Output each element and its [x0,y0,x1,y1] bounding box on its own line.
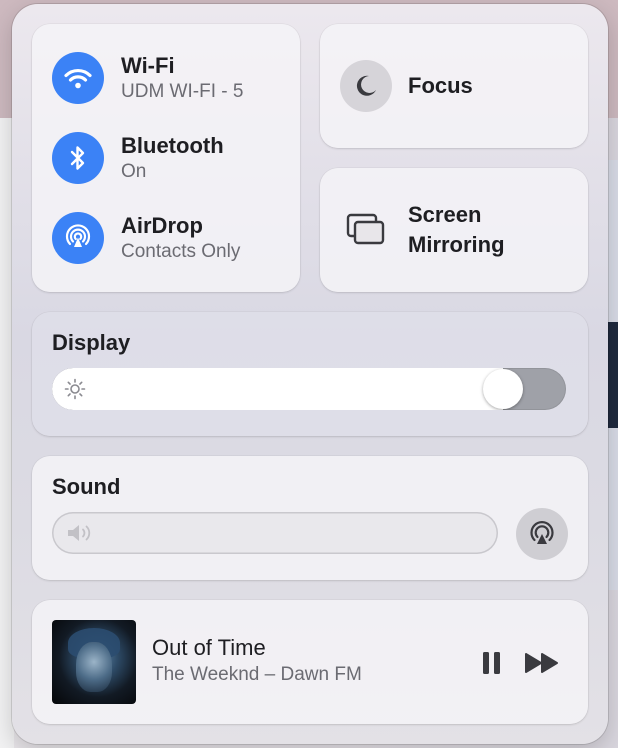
sound-title: Sound [52,474,121,499]
now-playing-module: Out of Time The Weeknd – Dawn FM [32,600,588,724]
airdrop-status: Contacts Only [121,240,241,262]
wifi-control[interactable]: Wi-Fi UDM WI-FI - 5 [52,52,243,104]
sound-module: Sound [32,456,588,580]
speaker-icon [68,525,91,541]
display-module: Display [32,312,588,436]
airdrop-icon [65,224,91,247]
airdrop-control[interactable]: AirDrop Contacts Only [52,212,240,264]
brightness-slider[interactable] [52,368,566,410]
album-artwork[interactable] [52,620,136,704]
track-artist-album: The Weeknd – Dawn FM [152,664,362,685]
airplay-audio-button[interactable] [516,508,568,560]
airplay-audio-icon [530,521,554,544]
moon-icon [356,75,376,96]
bluetooth-status: On [121,160,147,182]
focus-module[interactable]: Focus [320,24,588,148]
airdrop-toggle[interactable] [52,212,104,264]
brightness-slider-fill [52,368,503,410]
wifi-icon [64,68,92,89]
bluetooth-icon [70,146,85,170]
control-center-panel: Wi-Fi UDM WI-FI - 5 Bluetooth On AirDrop… [12,4,608,744]
connectivity-module: Wi-Fi UDM WI-FI - 5 Bluetooth On AirDrop… [32,24,300,292]
screen-mirroring-label: Screen Mirroring [408,202,505,257]
album-artwork-face [76,642,112,692]
screen-mirroring-icon [346,213,385,245]
display-title: Display [52,330,131,355]
bluetooth-control[interactable]: Bluetooth On [52,132,224,184]
brightness-slider-knob[interactable] [482,369,523,409]
airdrop-title: AirDrop [121,212,203,238]
focus-toggle[interactable] [340,60,392,112]
bluetooth-toggle[interactable] [52,132,104,184]
wifi-network-name: UDM WI-FI - 5 [121,80,244,102]
track-title: Out of Time [152,635,266,660]
fast-forward-icon[interactable] [524,652,560,674]
volume-slider[interactable] [52,512,498,554]
pause-icon[interactable] [480,650,504,676]
wifi-title: Wi-Fi [121,52,175,78]
screen-mirroring-module[interactable]: Screen Mirroring [320,168,588,292]
wifi-toggle[interactable] [52,52,104,104]
focus-label: Focus [408,73,473,98]
sun-icon [64,378,86,400]
bluetooth-title: Bluetooth [121,132,224,158]
